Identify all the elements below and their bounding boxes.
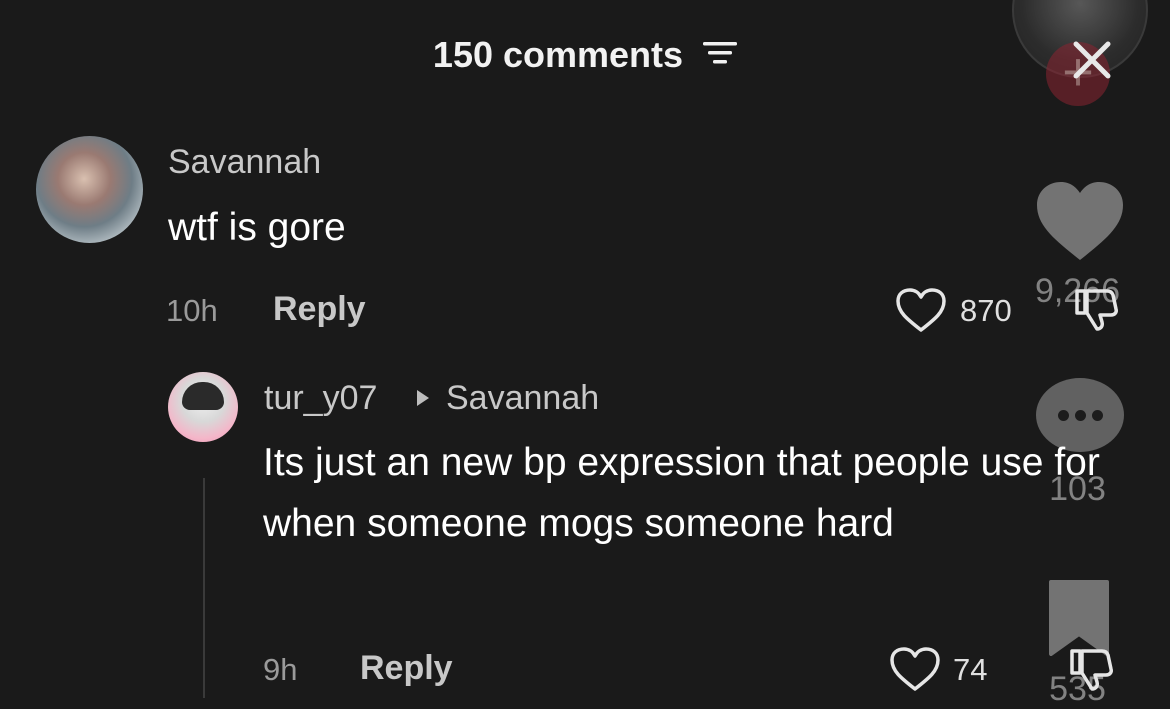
comment-like-heart-icon[interactable] [889,646,941,697]
thread-line [203,478,205,698]
comment-like-count: 870 [960,293,1012,328]
comments-header: 150 comments [0,34,1170,76]
filter-icon[interactable] [703,33,738,75]
comment-username[interactable]: Savannah [168,143,321,182]
video-like-heart-icon[interactable] [1035,180,1125,267]
comment-timestamp: 10h [166,293,218,328]
reply-arrow-icon [415,388,431,413]
dislike-icon[interactable] [1071,285,1121,340]
reply-to-username[interactable]: Savannah [446,379,599,418]
comment-username[interactable]: tur_y07 [264,379,377,418]
comment-like-heart-icon[interactable] [895,287,947,338]
dislike-icon[interactable] [1066,645,1116,700]
commenter-avatar[interactable] [168,372,238,442]
comment-like-count: 74 [953,652,988,687]
comment-timestamp: 9h [263,652,298,687]
comment-text: wtf is gore [168,206,346,249]
reply-button[interactable]: Reply [273,290,366,329]
close-icon[interactable] [1068,36,1116,84]
comment-text: Its just an new bp expression that peopl… [263,441,1100,545]
commenter-avatar[interactable] [36,136,143,243]
comment-count-title: 150 comments [432,34,684,75]
reply-button[interactable]: Reply [360,649,453,688]
